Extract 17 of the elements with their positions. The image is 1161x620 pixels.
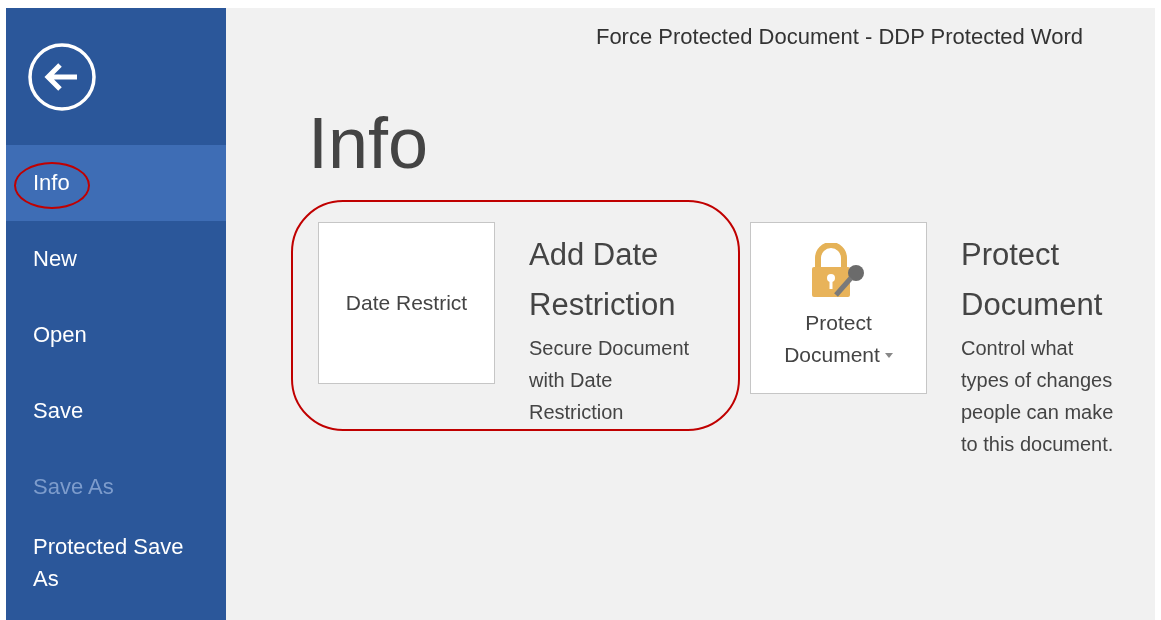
back-icon[interactable] [27, 41, 97, 112]
option-title: Add Date Restriction [529, 236, 677, 324]
option-description: Control what types of changes people can make to this document. [961, 336, 1115, 457]
sidebar-item[interactable]: Open [33, 319, 203, 351]
option-button[interactable]: Protect Document [750, 222, 927, 394]
sidebar-item[interactable]: Save [33, 395, 203, 427]
page-heading: Info [308, 102, 430, 184]
button-label: Document [784, 342, 880, 368]
sidebar-item[interactable]: New [33, 243, 203, 275]
window-title: Force Protected Document - DDP Protected Word [595, 24, 1083, 50]
button-label: Protect [805, 310, 872, 336]
sidebar-item[interactable]: Info [33, 167, 203, 199]
option-title: Protect Document [961, 236, 1104, 324]
option-button[interactable]: Date Restrict [318, 222, 495, 384]
button-label: Date Restrict [345, 290, 468, 316]
sidebar-item[interactable]: Protected Save As [33, 531, 203, 595]
option-description: Secure Document with Date Restriction [529, 336, 691, 425]
